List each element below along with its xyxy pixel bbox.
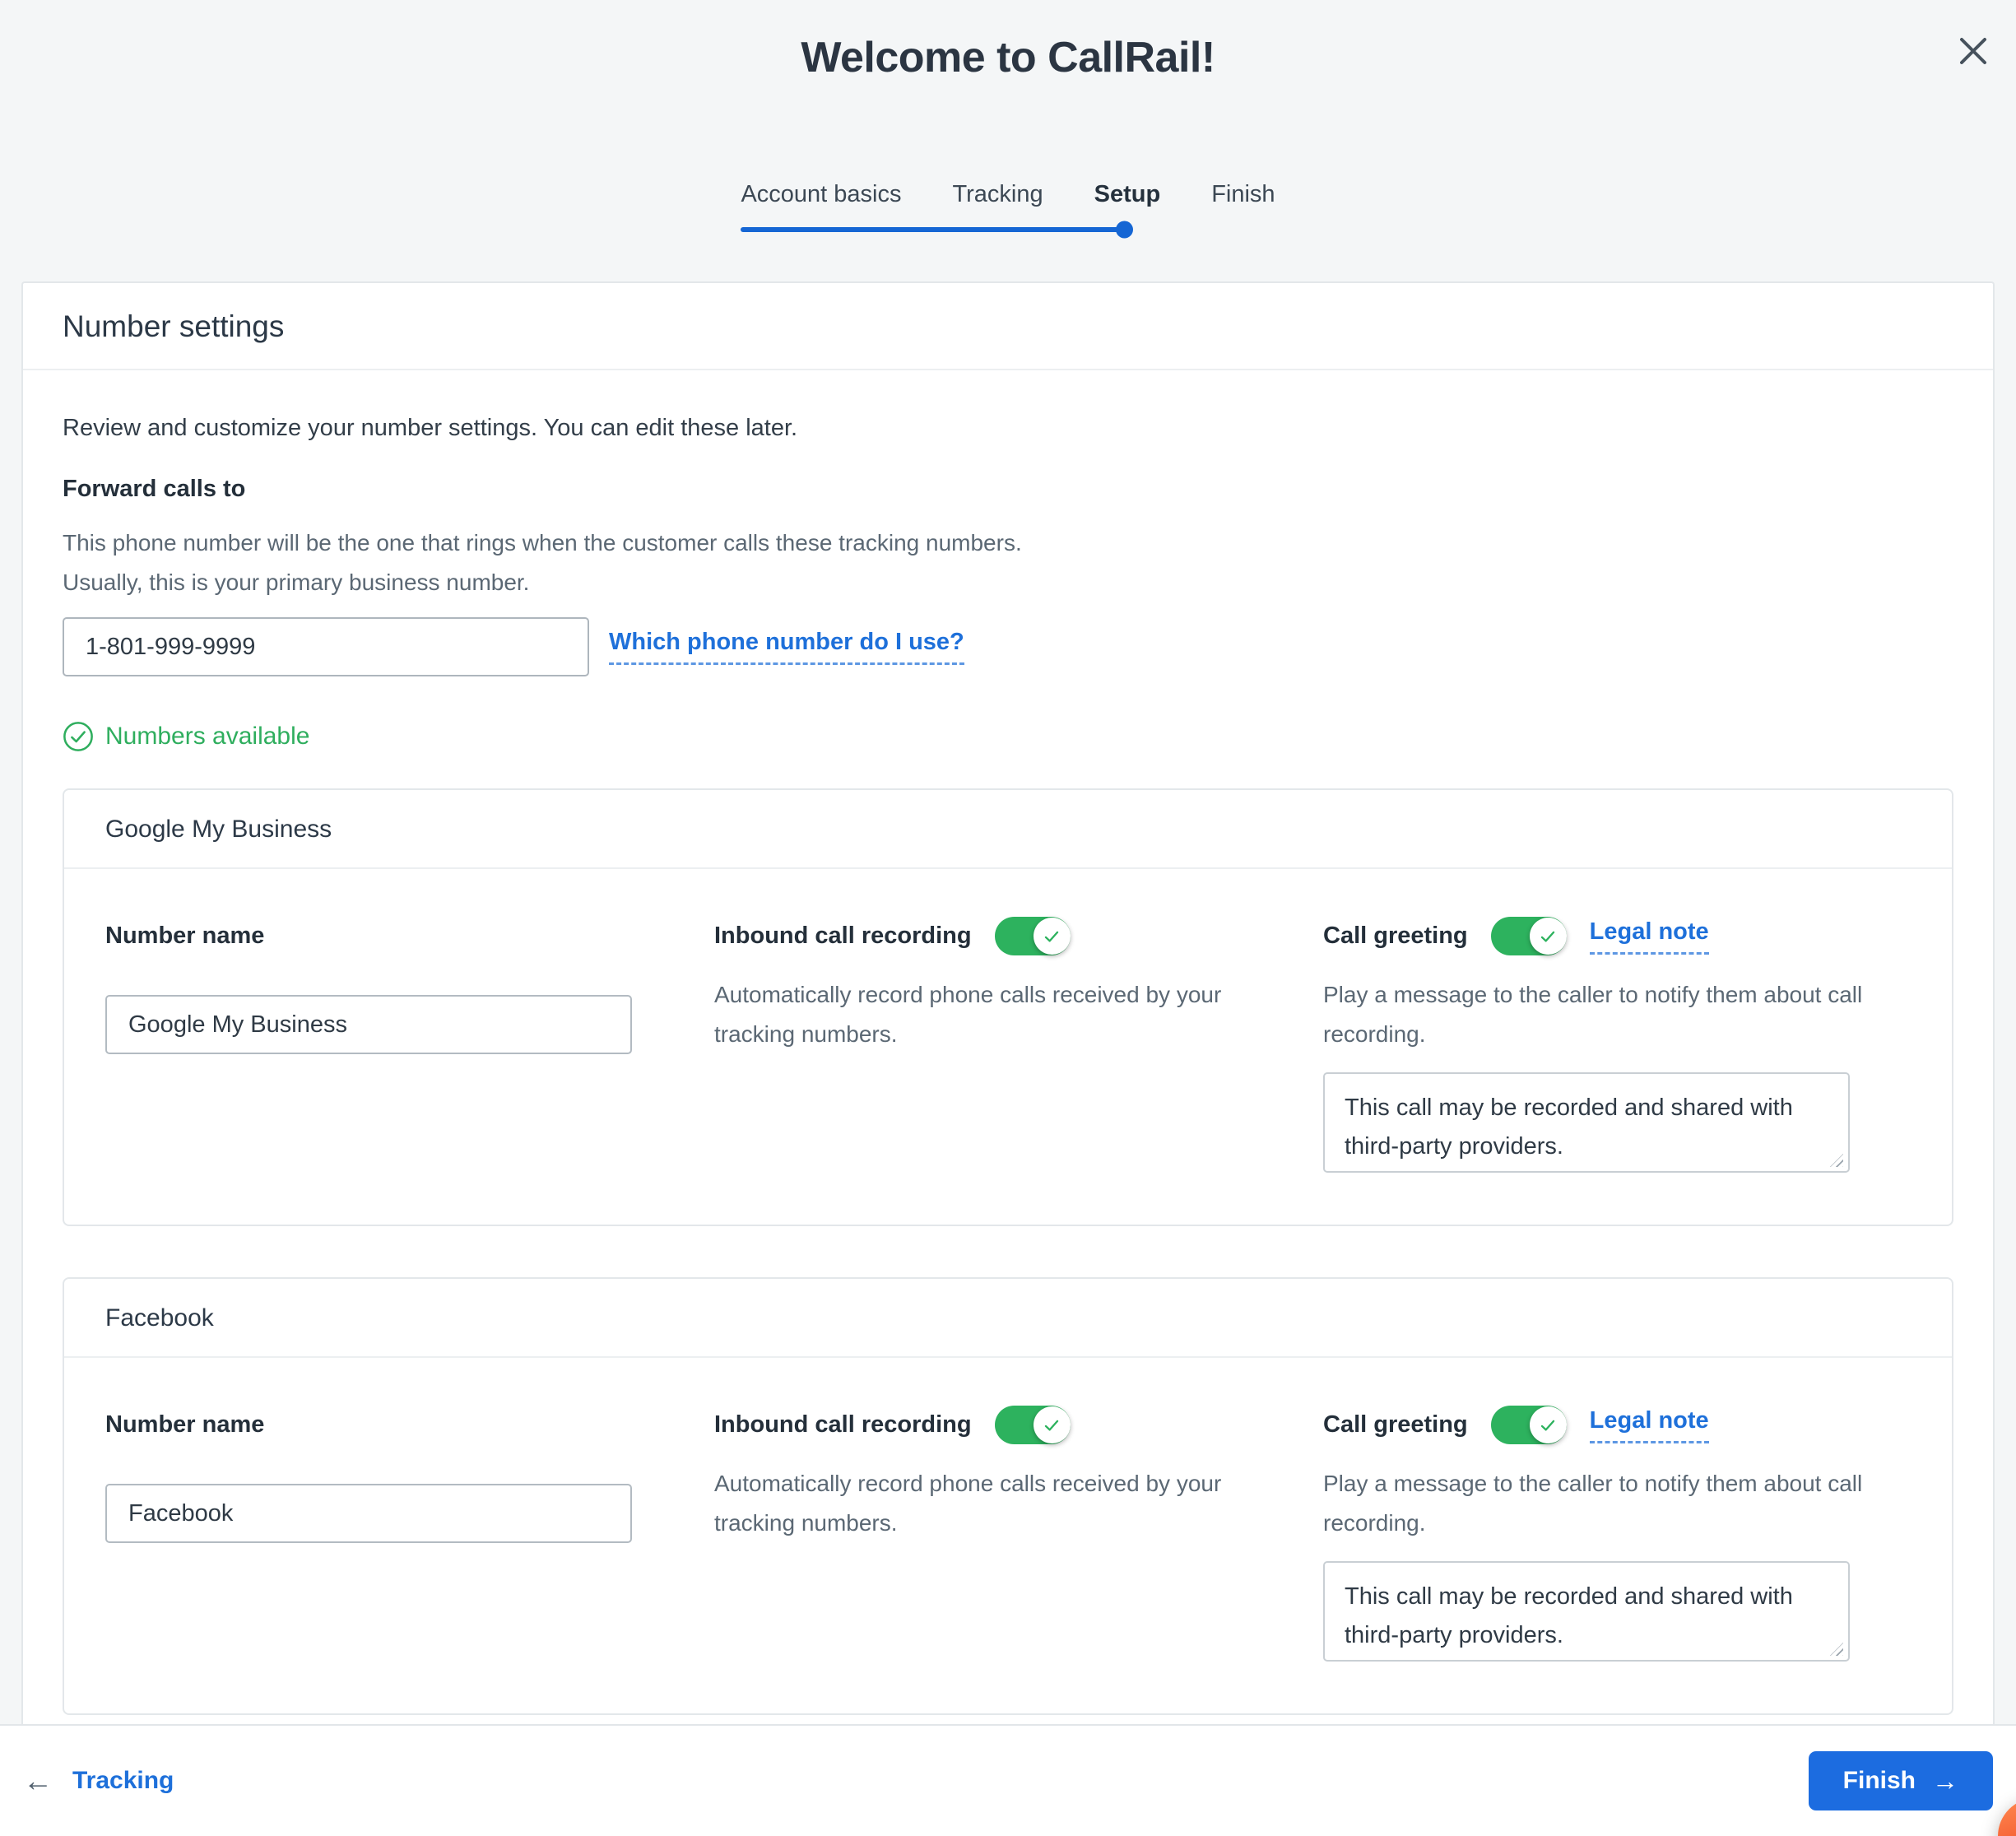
check-icon (1536, 1414, 1559, 1437)
forward-calls-description: This phone number will be the one that r… (63, 523, 1058, 602)
panel-title: Number settings (23, 283, 1993, 370)
wizard-header: Welcome to CallRail! Account basics Trac… (0, 0, 2016, 232)
finish-button[interactable]: Finish → (1809, 1751, 1993, 1810)
number-name-label: Number name (105, 1406, 648, 1444)
number-card-body: Number name Inbound call recording (64, 869, 1952, 1225)
chat-widget-bubble[interactable] (1998, 1798, 2016, 1836)
number-name-input[interactable] (105, 1484, 632, 1543)
call-greeting-description: Play a message to the caller to notify t… (1323, 975, 1866, 1054)
number-name-column: Number name (105, 917, 648, 1177)
number-card-title: Google My Business (64, 790, 1952, 869)
call-greeting-column: Call greeting Legal note Play a messag (1323, 1406, 1866, 1666)
forward-number-input[interactable] (63, 617, 589, 676)
call-greeting-label: Call greeting (1323, 1406, 1468, 1444)
tab-tracking[interactable]: Tracking (953, 179, 1043, 209)
inbound-recording-label: Inbound call recording (714, 1406, 972, 1444)
progress-line (741, 227, 1125, 232)
number-card-google-my-business: Google My Business Number name Inbound c… (63, 788, 1953, 1226)
number-settings-panel: Number settings Review and customize you… (21, 281, 1995, 1724)
close-icon[interactable] (1952, 30, 1995, 72)
legal-note-link[interactable]: Legal note (1590, 1407, 1709, 1443)
wizard-footer: ← Tracking Finish → (0, 1724, 2016, 1836)
arrow-left-icon: ← (23, 1766, 53, 1796)
check-icon (1040, 925, 1063, 948)
forward-number-row: Which phone number do I use? (63, 617, 1953, 676)
call-greeting-toggle[interactable] (1491, 1406, 1567, 1444)
page-title: Welcome to CallRail! (0, 33, 2016, 82)
status-text: Numbers available (105, 723, 309, 751)
inbound-recording-toggle[interactable] (995, 917, 1071, 955)
number-name-column: Number name (105, 1406, 648, 1666)
tab-account-basics[interactable]: Account basics (741, 179, 901, 209)
toggle-knob (1034, 918, 1071, 955)
finish-button-label: Finish (1843, 1767, 1916, 1795)
check-icon (1040, 1414, 1063, 1437)
call-greeting-toggle[interactable] (1491, 917, 1567, 955)
phone-help-link[interactable]: Which phone number do I use? (609, 629, 964, 665)
inbound-recording-column: Inbound call recording Automatically rec… (714, 1406, 1257, 1666)
inbound-recording-label: Inbound call recording (714, 917, 972, 955)
call-greeting-column: Call greeting Legal note Play a messag (1323, 917, 1866, 1177)
check-icon (1536, 925, 1559, 948)
panel-body: Review and customize your number setting… (23, 370, 1993, 1715)
inbound-recording-description: Automatically record phone calls receive… (714, 975, 1257, 1054)
number-card-facebook: Facebook Number name Inbound call record… (63, 1277, 1953, 1715)
number-card-body: Number name Inbound call recording (64, 1358, 1952, 1713)
intro-text: Review and customize your number setting… (63, 411, 1953, 444)
toggle-knob (1034, 1406, 1071, 1443)
check-circle-icon (63, 721, 94, 752)
call-greeting-label: Call greeting (1323, 917, 1468, 955)
greeting-message-textarea[interactable]: This call may be recorded and shared wit… (1323, 1561, 1850, 1662)
toggle-knob (1530, 918, 1567, 955)
back-link-tracking[interactable]: ← Tracking (23, 1766, 174, 1796)
arrow-right-icon: → (1932, 1768, 1958, 1794)
call-greeting-description: Play a message to the caller to notify t… (1323, 1464, 1866, 1543)
forward-calls-label: Forward calls to (63, 472, 1953, 505)
number-name-input[interactable] (105, 995, 632, 1054)
number-name-label: Number name (105, 917, 648, 955)
onboarding-modal: Welcome to CallRail! Account basics Trac… (0, 0, 2016, 1836)
back-link-label: Tracking (72, 1767, 174, 1795)
inbound-recording-description: Automatically record phone calls receive… (714, 1464, 1257, 1543)
tab-finish[interactable]: Finish (1211, 179, 1275, 209)
legal-note-link[interactable]: Legal note (1590, 918, 1709, 955)
setup-steps-nav: Account basics Tracking Setup Finish (741, 179, 1275, 232)
numbers-available-status: Numbers available (63, 721, 1953, 752)
number-card-title: Facebook (64, 1279, 1952, 1358)
inbound-recording-column: Inbound call recording Automatically rec… (714, 917, 1257, 1177)
inbound-recording-toggle[interactable] (995, 1406, 1071, 1444)
toggle-knob (1530, 1406, 1567, 1443)
greeting-message-textarea[interactable]: This call may be recorded and shared wit… (1323, 1072, 1850, 1173)
close-x-glyph (1956, 34, 1990, 68)
tab-setup[interactable]: Setup (1094, 179, 1161, 209)
